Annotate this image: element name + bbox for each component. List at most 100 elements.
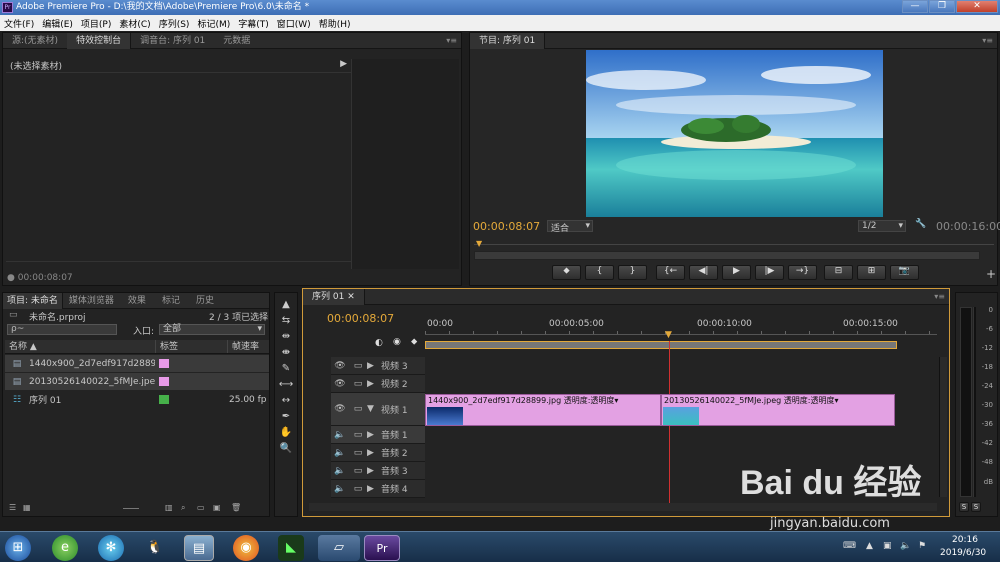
flag-icon[interactable]: ⚑ [918, 541, 926, 551]
panel-menu-icon[interactable]: ▾≡ [446, 36, 457, 45]
track-video-2[interactable]: 👁 ▭ ▶ 视频 2 [331, 375, 425, 393]
close-button[interactable]: ✕ [956, 0, 998, 13]
add-marker-icon[interactable]: ◉ [393, 337, 401, 347]
tab-project[interactable]: 项目: 未命名 [3, 292, 63, 309]
menu-title[interactable]: 字幕(T) [238, 17, 269, 30]
rolling-edit-tool-icon[interactable]: ⇼ [282, 347, 290, 358]
tab-metadata[interactable]: 元数据 [214, 33, 259, 49]
icon-view-icon[interactable]: ▦ [23, 503, 31, 512]
track-audio-4[interactable]: 🔈 ▭ ▶ 音频 4 [331, 480, 425, 498]
menu-sequence[interactable]: 序列(S) [159, 17, 190, 30]
menu-project[interactable]: 项目(P) [81, 17, 111, 30]
track-audio-2[interactable]: 🔈 ▭ ▶ 音频 2 [331, 444, 425, 462]
wrench-icon[interactable]: 🔧 [915, 219, 926, 229]
add-button-icon[interactable]: + [986, 267, 996, 281]
ripple-edit-tool-icon[interactable]: ⇹ [282, 331, 290, 342]
network-icon[interactable]: ▣ [883, 541, 892, 551]
play-button[interactable]: ▶ [722, 265, 751, 280]
selection-tool-icon[interactable]: ▲ [282, 299, 290, 310]
qq-icon[interactable]: 🐧 [142, 535, 168, 561]
clock-time[interactable]: 20:16 [952, 535, 978, 545]
volume-icon[interactable]: 🔈 [900, 541, 911, 551]
tab-sequence-01[interactable]: 序列 01 ✕ [303, 288, 365, 305]
list-item[interactable]: ▤ 20130526140022_5fMJe.jpeg [5, 373, 269, 390]
mark-in-button[interactable]: { [585, 265, 614, 280]
play-arrow-icon[interactable]: ▶ [340, 59, 347, 69]
menu-help[interactable]: 帮助(H) [319, 17, 351, 30]
lift-button[interactable]: ⊟ [824, 265, 853, 280]
new-item-icon[interactable]: ▣ [213, 503, 221, 512]
hand-tool-icon[interactable]: ✋ [280, 427, 292, 438]
maximize-button[interactable]: ❐ [929, 0, 955, 13]
playhead-icon[interactable]: ▼ [665, 330, 672, 340]
tab-history[interactable]: 历史 [188, 293, 222, 309]
keyboard-icon[interactable]: ⌨ [843, 541, 856, 551]
scroll-row[interactable] [6, 261, 351, 269]
go-to-out-button[interactable]: →} [788, 265, 817, 280]
lock-icon[interactable]: ▭ [349, 379, 367, 389]
video-clip-2[interactable]: 20130526140022_5fMJe.jpeg 透明度:透明度▾ [661, 394, 895, 426]
add-marker-button[interactable]: ⬥ [552, 265, 581, 280]
delete-icon[interactable]: 🗑 [231, 503, 241, 512]
minimize-button[interactable]: — [902, 0, 928, 13]
solo-right-button[interactable]: S [971, 502, 981, 512]
vertical-scrollbar[interactable] [939, 357, 947, 497]
lock-icon[interactable]: ▭ [349, 361, 367, 371]
time-ruler[interactable] [474, 239, 994, 245]
tab-program[interactable]: 节目: 序列 01 [470, 32, 546, 49]
horizontal-scrollbar[interactable] [309, 503, 937, 511]
window-thumbnail-icon[interactable]: ▱ [318, 535, 360, 561]
new-bin-icon[interactable]: ▭ [197, 503, 205, 512]
track-select-tool-icon[interactable]: ⇆ [282, 315, 290, 326]
time-ruler[interactable]: 00:00 00:00:05:00 00:00:10:00 00:00:15:0… [425, 319, 937, 341]
step-forward-button[interactable]: |▶ [755, 265, 784, 280]
lock-icon[interactable]: ▭ [349, 448, 367, 458]
go-to-in-button[interactable]: {← [656, 265, 685, 280]
panel-menu-icon[interactable]: ▾≡ [934, 292, 945, 301]
slip-tool-icon[interactable]: ⟷ [279, 379, 293, 390]
program-timecode[interactable]: 00:00:08:07 [473, 220, 540, 233]
zoom-bar[interactable] [474, 251, 980, 260]
browser-360-icon[interactable]: e [52, 535, 78, 561]
zoom-tool-icon[interactable]: 🔍 [280, 443, 292, 454]
expand-icon[interactable]: ▶ [367, 379, 381, 389]
file-explorer-icon[interactable]: ▤ [184, 535, 214, 561]
work-area-bar[interactable] [425, 341, 897, 349]
expand-icon[interactable]: ▶ [367, 484, 381, 494]
track-video-1[interactable]: 👁 ▭ ▼ 视频 1 [331, 393, 425, 426]
expand-icon[interactable]: ▶ [367, 430, 381, 440]
column-name[interactable]: 名称 ▲ [5, 340, 155, 353]
premiere-taskbar-icon[interactable]: Pr [364, 535, 400, 561]
menu-file[interactable]: 文件(F) [4, 17, 34, 30]
fit-dropdown[interactable]: 适合 ▾ [547, 220, 593, 234]
column-label[interactable]: 标签 [155, 340, 227, 353]
list-item[interactable]: ▤ 1440x900_2d7edf917d28899 [5, 355, 269, 372]
lock-icon[interactable]: ▭ [349, 404, 367, 414]
expand-icon[interactable]: ▶ [367, 466, 381, 476]
resolution-dropdown[interactable]: 1/2 ▾ [858, 220, 906, 232]
timeline-timecode[interactable]: 00:00:08:07 [327, 312, 394, 325]
menu-marker[interactable]: 标记(M) [197, 17, 230, 30]
tab-audio-mixer[interactable]: 调音台: 序列 01 [131, 33, 214, 49]
slide-tool-icon[interactable]: ↔ [282, 395, 290, 406]
step-back-button[interactable]: ◀| [689, 265, 718, 280]
media-player-icon[interactable]: ✻ [98, 535, 124, 561]
extract-button[interactable]: ⊞ [857, 265, 886, 280]
column-fps[interactable]: 帧速率 [227, 340, 269, 353]
eye-icon[interactable]: 👁 [331, 361, 349, 371]
speaker-icon[interactable]: 🔈 [331, 430, 349, 440]
close-tab-icon[interactable]: ✕ [347, 292, 355, 302]
lock-icon[interactable]: ▭ [349, 484, 367, 494]
solo-left-button[interactable]: S [959, 502, 969, 512]
clock-date[interactable]: 2019/6/30 [940, 548, 986, 558]
speaker-icon[interactable]: 🔈 [331, 466, 349, 476]
lock-icon[interactable]: ▭ [349, 466, 367, 476]
find-icon[interactable]: ⌕ [181, 503, 185, 513]
speaker-icon[interactable]: 🔈 [331, 484, 349, 494]
inlet-dropdown[interactable]: 全部 ▾ [159, 324, 265, 335]
camtasia-icon[interactable]: ◣ [278, 535, 304, 561]
eye-icon[interactable]: 👁 [331, 379, 349, 389]
automate-icon[interactable]: ▥ [165, 503, 173, 512]
mark-out-button[interactable]: } [618, 265, 647, 280]
tab-markers[interactable]: 标记 [154, 293, 188, 309]
